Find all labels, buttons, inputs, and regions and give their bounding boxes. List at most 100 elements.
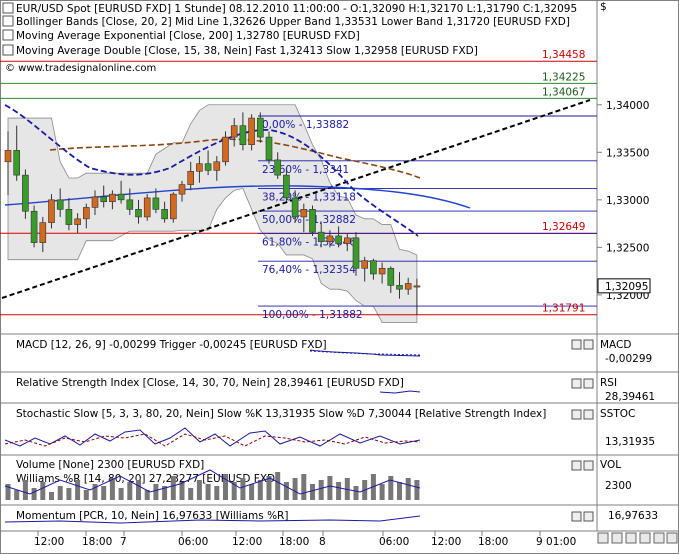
- fib-label-2: 38,20% - 1,33118: [262, 192, 356, 204]
- time-label-1: 18:00: [82, 536, 112, 548]
- volume-bar-14: [127, 482, 133, 500]
- price-tag-3: 1,32649: [542, 221, 585, 233]
- watermark: © www.tradesignalonline.com: [5, 63, 156, 74]
- scroll-left-icon[interactable]: [597, 532, 609, 544]
- time-label-7: 06:00: [379, 536, 409, 548]
- candle-body-14: [126, 199, 134, 210]
- time-label-10: 9 01:00: [536, 536, 576, 548]
- candle-body-24: [213, 161, 221, 171]
- last-price-label: 1,32095: [605, 281, 648, 293]
- stoch-label: Stochastic Slow [5, 3, 3, 80, 20, Nein] …: [16, 408, 546, 420]
- fib-label-5: 76,40% - 1,32354: [262, 264, 356, 276]
- volume-bar-22: [196, 480, 202, 500]
- time-label-9: 18:00: [478, 536, 508, 548]
- candle-body-45: [396, 285, 403, 290]
- stoch-value: 13,31935: [605, 436, 655, 448]
- candle-body-36: [317, 231, 325, 242]
- chart-canvas: 0,00% - 1,3388223,60% - 1,334138,20% - 1…: [0, 0, 679, 554]
- panel-maximize-icon-3: [571, 460, 582, 471]
- legend-title: EUR/USD Spot [EURUSD FXD] 1 Stunde] 08.1…: [16, 3, 577, 15]
- volume-bar-45: [397, 482, 402, 500]
- fit-icon[interactable]: [653, 532, 665, 544]
- panel-maximize-icon-1: [571, 378, 582, 389]
- momentum-value: 16,97633: [608, 510, 658, 522]
- fib-label-4: 61,80% - 1,32646: [262, 236, 356, 248]
- rsi-axis-label: RSI: [600, 377, 617, 389]
- candle-body-28: [248, 117, 255, 145]
- candle-body-1: [13, 150, 20, 176]
- candle-body-15: [135, 209, 142, 218]
- price-tag-1: 1,34225: [542, 71, 585, 83]
- candle-body-33: [291, 197, 299, 218]
- volume-bar-4: [40, 482, 46, 500]
- candle-body-4: [39, 222, 47, 243]
- volume-bar-5: [49, 492, 54, 500]
- candle-body-0: [4, 150, 12, 163]
- candle-body-42: [370, 260, 377, 275]
- volume-bar-43: [379, 484, 385, 500]
- candle-body-37: [326, 235, 334, 242]
- volume-value: 2300: [605, 480, 632, 492]
- panel-maximize-icon-2: [571, 409, 582, 420]
- volume-bar-30: [266, 476, 272, 500]
- price-tag-2: 1,34067: [542, 86, 585, 98]
- candle-body-38: [335, 235, 342, 244]
- volume-axis-label: VOL: [600, 459, 621, 471]
- candle-body-13: [117, 193, 125, 201]
- panel-close-icon-4: [583, 511, 594, 522]
- zoom-in-icon[interactable]: [639, 532, 651, 544]
- candle-body-29: [256, 117, 264, 138]
- candle-body-11: [100, 196, 107, 203]
- volume-bar-33: [292, 478, 298, 500]
- volume-bar-38: [336, 482, 342, 500]
- legend-ema: Moving Average Exponential [Close, 200] …: [16, 30, 360, 42]
- legend-bollinger: Bollinger Bands [Close, 20, 2] Mid Line …: [16, 16, 570, 28]
- volume-bar-19: [170, 476, 176, 500]
- time-label-2: 7: [120, 536, 127, 548]
- legend-ma-double: Moving Average Double [Close, 15, 38, Ne…: [16, 45, 478, 57]
- macd-label: MACD [12, 26, 9] -0,00299 Trigger -0,002…: [16, 339, 327, 351]
- candle-body-41: [361, 260, 369, 269]
- candle-body-20: [178, 184, 186, 195]
- volume-bar-44: [388, 476, 394, 500]
- time-label-8: 12:00: [431, 536, 461, 548]
- volume-label: Volume [None] 2300 [EURUSD FXD]: [16, 459, 204, 471]
- panel-close-icon-1: [583, 378, 594, 389]
- candle-body-39: [343, 237, 351, 244]
- scroll-right-icon[interactable]: [611, 532, 623, 544]
- volume-bar-12: [109, 478, 115, 500]
- candle-body-21: [187, 171, 194, 185]
- candle-body-46: [404, 283, 412, 290]
- candle-body-7: [65, 209, 73, 225]
- volume-bar-32: [283, 482, 289, 500]
- time-label-6: 8: [319, 536, 326, 548]
- price-tick-label-1: 1,33500: [606, 147, 649, 159]
- candle-body-22: [196, 163, 203, 172]
- price-tick-label-3: 1,32500: [606, 242, 649, 254]
- panel-maximize-icon-4: [571, 511, 582, 522]
- currency-symbol: $: [600, 1, 607, 13]
- candle-body-3: [30, 210, 38, 243]
- candle-body-23: [204, 163, 212, 171]
- candle-body-10: [91, 196, 99, 208]
- volume-bar-28: [249, 484, 255, 500]
- candle-body-16: [143, 197, 151, 218]
- rsi-label: Relative Strength Index [Close, 14, 30, …: [16, 377, 404, 389]
- candle-body-12: [109, 193, 116, 203]
- zoom-out-icon[interactable]: [625, 532, 637, 544]
- price-tick-label-2: 1,33000: [606, 195, 649, 207]
- time-label-4: 12:00: [232, 536, 262, 548]
- candle-body-9: [83, 207, 90, 220]
- candle-body-35: [309, 209, 316, 233]
- candle-body-8: [74, 218, 81, 225]
- fib-label-6: 100,00% - 1,31882: [262, 309, 363, 321]
- candle-body-26: [230, 125, 238, 138]
- rsi-value: 28,39461: [605, 391, 655, 403]
- candle-body-40: [352, 237, 360, 269]
- panel-close-icon-3: [583, 460, 594, 471]
- candle-body-17: [152, 197, 160, 210]
- candle-body-43: [378, 267, 386, 275]
- volume-bar-20: [179, 482, 185, 500]
- volume-bar-27: [240, 478, 246, 500]
- settings-icon[interactable]: [666, 532, 678, 544]
